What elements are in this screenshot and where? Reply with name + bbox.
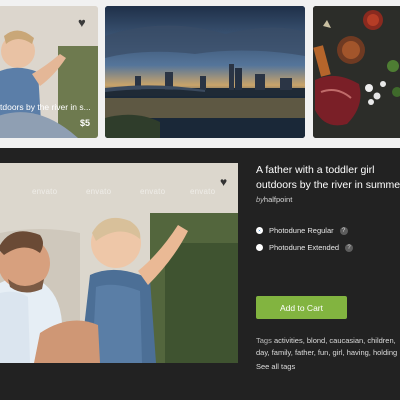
thumbnail-price: $5 <box>79 118 90 128</box>
thumbnail-caption: tdoors by the river in s... <box>0 102 91 112</box>
license-option-regular[interactable]: Photodune Regular ? <box>256 226 348 235</box>
tag-link[interactable]: holding <box>373 348 397 357</box>
item-title: A father with a toddler girl outdoors by… <box>256 164 400 191</box>
tag-link[interactable]: activities, <box>274 336 305 345</box>
tag-link[interactable]: having, <box>347 348 371 357</box>
tags-label: Tags <box>256 336 272 345</box>
related-item-1[interactable]: ♥ tdoors by the river in s... $5 <box>0 6 98 138</box>
item-author: byhalfpoint <box>256 195 292 204</box>
add-to-cart-button[interactable]: Add to Cart <box>256 296 347 319</box>
heart-icon[interactable]: ♥ <box>78 16 86 29</box>
food-thumbnail <box>313 6 400 138</box>
tag-link[interactable]: caucasian, <box>329 336 365 345</box>
radio-selected-icon[interactable] <box>256 227 263 234</box>
radio-unselected-icon[interactable] <box>256 244 263 251</box>
related-item-2[interactable] <box>105 6 305 138</box>
item-preview-image[interactable]: envato envato envato envato <box>0 163 238 363</box>
license-label: Photodune Extended <box>269 243 340 252</box>
tag-link[interactable]: children, <box>367 336 395 345</box>
tags-list: Tags activities, blond, caucasian, child… <box>256 335 400 359</box>
related-items-strip: ♥ tdoors by the river in s... $5 <box>0 0 400 148</box>
help-icon[interactable]: ? <box>339 226 348 235</box>
tag-link[interactable]: fun, <box>318 348 331 357</box>
tag-link[interactable]: blond, <box>307 336 327 345</box>
watermark-text: envato <box>190 187 216 196</box>
help-icon[interactable]: ? <box>345 243 354 252</box>
tag-link[interactable]: family, <box>272 348 293 357</box>
author-link[interactable]: halfpoint <box>264 195 292 204</box>
see-all-tags-link[interactable]: See all tags <box>256 362 295 371</box>
related-item-3[interactable] <box>313 6 400 138</box>
license-option-extended[interactable]: Photodune Extended ? <box>256 243 354 252</box>
watermark-text: envato <box>32 187 58 196</box>
tag-link[interactable]: father, <box>295 348 316 357</box>
author-prefix: by <box>256 195 264 204</box>
city-skyline-thumbnail <box>105 6 305 138</box>
tag-link[interactable]: girl, <box>333 348 345 357</box>
tag-link[interactable]: day, <box>256 348 270 357</box>
watermark-text: envato <box>86 187 112 196</box>
watermark-text: envato <box>140 187 166 196</box>
favorite-heart-icon[interactable]: ♥ <box>220 176 227 188</box>
license-label: Photodune Regular <box>269 226 334 235</box>
